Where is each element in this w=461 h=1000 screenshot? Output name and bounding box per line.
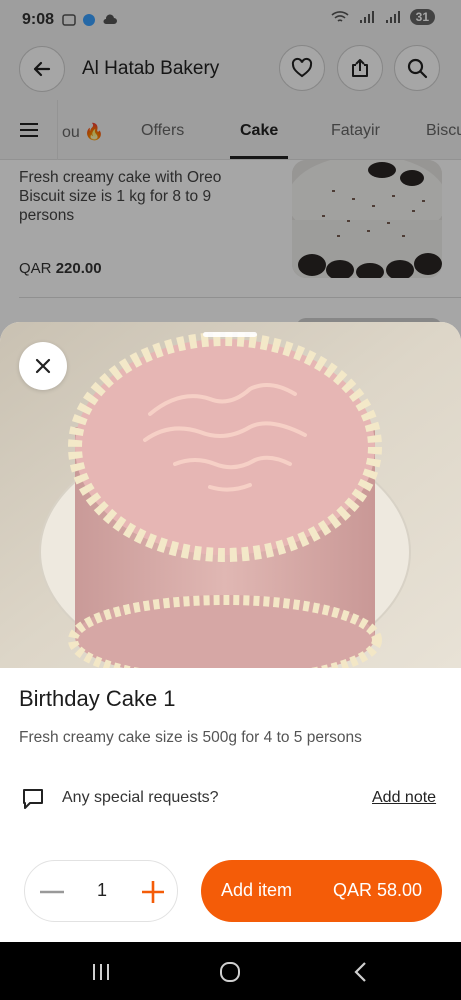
home-icon [220,962,240,982]
plus-icon [142,881,164,903]
add-item-label: Add item [221,880,293,900]
item-detail-sheet: Birthday Cake 1 Fresh creamy cake size i… [0,322,461,942]
quantity-stepper: 1 [24,860,178,922]
add-item-price: QAR 58.00 [332,880,422,900]
comment-icon [21,787,45,816]
recents-button[interactable] [89,960,113,984]
add-item-button[interactable]: Add item QAR 58.00 [201,860,442,922]
close-sheet-button[interactable] [19,342,67,390]
minus-icon [40,890,64,894]
add-note-link[interactable]: Add note [372,789,436,807]
item-description: Fresh creamy cake size is 500g for 4 to … [19,729,362,746]
system-back-button[interactable] [348,960,372,984]
close-icon [35,358,51,374]
back-icon [354,962,366,982]
birthday-cake-image [0,322,461,685]
home-button[interactable] [218,960,242,984]
decrease-quantity-button[interactable] [39,879,65,905]
recents-icon [93,964,109,980]
item-title: Birthday Cake 1 [19,686,176,711]
sheet-drag-handle[interactable] [203,332,257,337]
special-requests-label: Any special requests? [62,789,219,806]
increase-quantity-button[interactable] [139,878,167,906]
quantity-value: 1 [96,880,107,900]
system-navigation-bar [0,942,461,1000]
